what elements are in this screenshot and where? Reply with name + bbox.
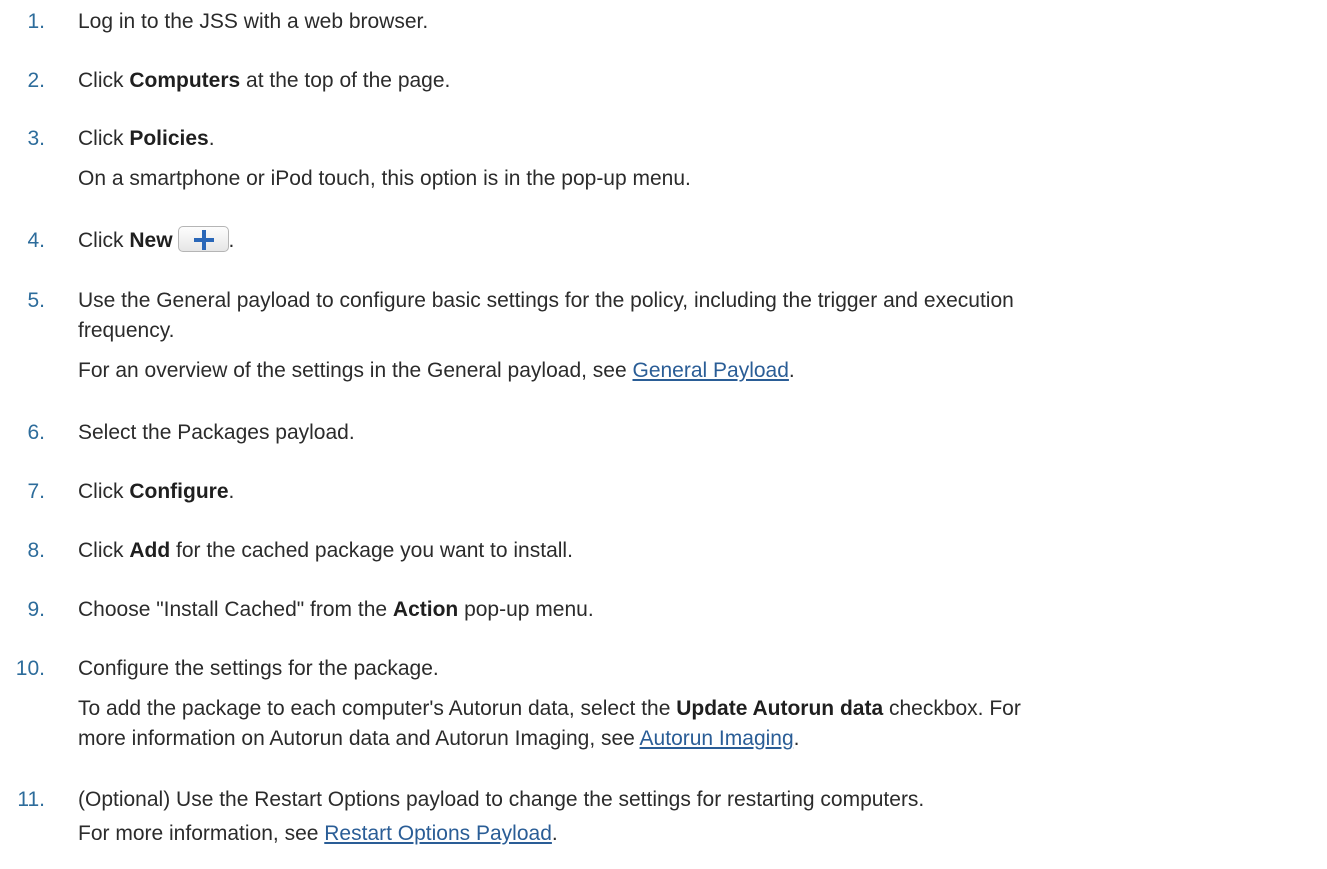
step-body: Use the General payload to configure bas… (78, 286, 1303, 386)
step-number: 8. (27, 539, 45, 562)
step-text: (Optional) Use the Restart Options paylo… (78, 788, 925, 811)
ui-term: Configure (129, 480, 229, 503)
step-number: 11. (17, 788, 45, 811)
step-text: Click Computers at the top of the page. (78, 69, 451, 92)
step-note: For an overview of the settings in the G… (78, 359, 795, 382)
step-text: Click Configure. (78, 480, 235, 503)
step-note: For more information, see Restart Option… (78, 822, 558, 845)
step-body: Configure the settings for the package. … (78, 654, 1303, 754)
ui-term: Add (129, 539, 171, 562)
ui-term: New (129, 229, 173, 252)
step-text: Click New. (78, 226, 1303, 256)
step-text: Use the General payload to configure bas… (78, 289, 1014, 312)
step-number: 2. (27, 69, 45, 92)
step-number: 9. (27, 598, 45, 621)
step-text-continued: frequency. (78, 319, 175, 342)
step-note-continued: more information on Autorun data and Aut… (78, 727, 800, 750)
step-body: Choose "Install Cached" from the Action … (78, 595, 1303, 625)
step-text: Configure the settings for the package. (78, 657, 439, 680)
step-note: On a smartphone or iPod touch, this opti… (78, 167, 691, 190)
step-number: 7. (27, 480, 45, 503)
ui-term: Policies (129, 127, 209, 150)
step-number: 4. (27, 229, 45, 252)
ui-term: Computers (129, 69, 241, 92)
step-body: Click Policies. On a smartphone or iPod … (78, 124, 1303, 194)
step-number: 5. (27, 289, 45, 312)
step-text: Log in to the JSS with a web browser. (78, 10, 429, 33)
step-number: 3. (27, 127, 45, 150)
ui-term: Action (392, 598, 459, 621)
step-text: Select the Packages payload. (78, 421, 355, 444)
step-number: 10. (15, 657, 45, 680)
step-note: To add the package to each computer's Au… (78, 697, 1021, 720)
step-body: (Optional) Use the Restart Options paylo… (78, 785, 1303, 849)
step-body: Click New. (78, 226, 1303, 256)
new-button[interactable] (177, 226, 229, 253)
step-number: 1. (27, 10, 45, 33)
step-text: Choose "Install Cached" from the Action … (78, 598, 594, 621)
step-body: Select the Packages payload. (78, 418, 1303, 448)
autorun-imaging-link[interactable]: Autorun Imaging (640, 727, 794, 750)
step-body: Click Computers at the top of the page. (78, 66, 1303, 96)
step-body: Click Add for the cached package you wan… (78, 536, 1303, 566)
restart-options-payload-link[interactable]: Restart Options Payload (324, 822, 552, 845)
plus-icon (193, 230, 214, 251)
step-number: 6. (27, 421, 45, 444)
general-payload-link[interactable]: General Payload (632, 359, 788, 382)
ui-term: Update Autorun data (676, 697, 884, 720)
step-body: Click Configure. (78, 477, 1303, 507)
step-text: Click Add for the cached package you wan… (78, 539, 573, 562)
step-text: Click Policies. (78, 127, 215, 150)
step-body: Log in to the JSS with a web browser. (78, 7, 1303, 37)
